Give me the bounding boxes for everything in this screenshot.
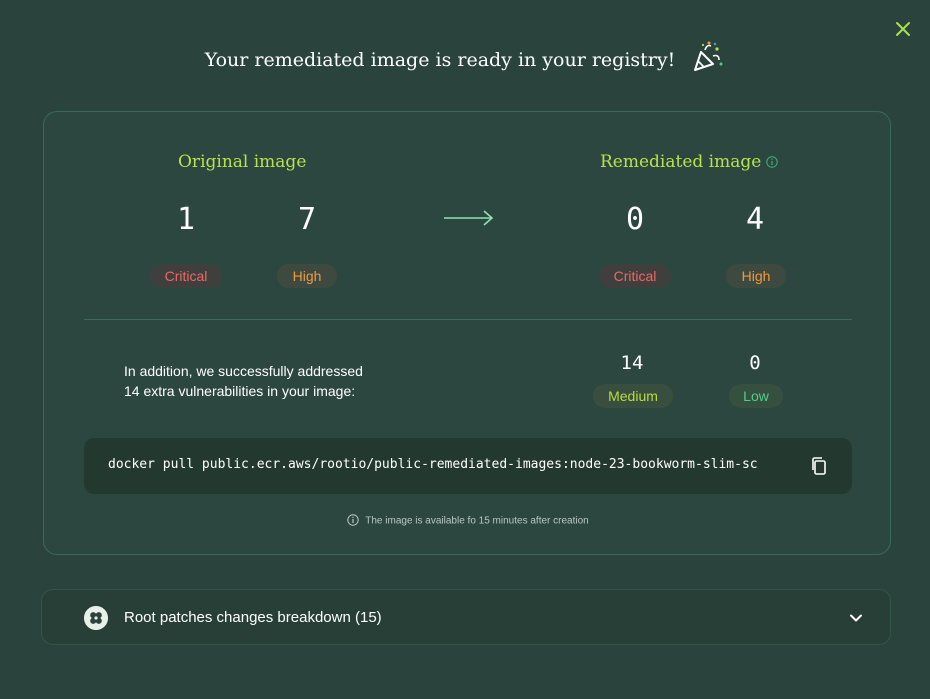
remediated-image-title-text: Remediated image: [600, 152, 762, 172]
arrow-right-icon: [444, 210, 494, 226]
original-high-badge: High: [277, 264, 337, 288]
low-badge: Low: [729, 384, 783, 408]
docker-command-box: docker pull public.ecr.aws/rootio/public…: [84, 438, 852, 494]
section-divider: [84, 319, 852, 320]
bandage-icon: [84, 606, 108, 630]
party-popper-icon: [694, 41, 723, 71]
modal-header: Your remediated image is ready in your r…: [0, 41, 930, 78]
original-image-title: Original image: [178, 152, 307, 172]
addition-line-2: 14 extra vulnerabilities in your image:: [124, 383, 356, 399]
remediated-image-title: Remediated image: [600, 152, 779, 172]
modal-title: Your remediated image is ready in your r…: [204, 49, 676, 71]
availability-note-text: The image is available fo 15 minutes aft…: [365, 515, 589, 527]
availability-note: The image is available fo 15 minutes aft…: [44, 514, 892, 527]
chevron-down-icon[interactable]: [848, 610, 864, 626]
info-icon: [347, 514, 359, 526]
addition-line-1: In addition, we successfully addressed: [124, 363, 363, 379]
copy-icon[interactable]: [810, 456, 828, 476]
docker-command-text[interactable]: docker pull public.ecr.aws/rootio/public…: [108, 457, 804, 472]
low-count: 0: [749, 352, 761, 374]
medium-count: 14: [620, 352, 644, 374]
remediated-high-badge: High: [726, 264, 786, 288]
root-patches-accordion[interactable]: Root patches changes breakdown (15): [41, 589, 891, 645]
remediated-critical-badge: Critical: [599, 264, 671, 288]
addition-description: In addition, we successfully addressed 1…: [124, 361, 404, 401]
original-critical-badge: Critical: [150, 264, 222, 288]
original-high-count: 7: [297, 202, 317, 237]
summary-card: Original image 1 7 Critical High Remedia…: [43, 111, 891, 555]
info-icon[interactable]: [766, 155, 779, 168]
medium-badge: Medium: [593, 384, 673, 408]
accordion-label: Root patches changes breakdown (15): [124, 609, 382, 626]
original-critical-count: 1: [176, 202, 196, 237]
remediation-modal: Your remediated image is ready in your r…: [0, 0, 930, 699]
remediated-high-count: 4: [745, 202, 765, 237]
remediated-critical-count: 0: [625, 202, 645, 237]
close-icon[interactable]: [892, 18, 914, 40]
